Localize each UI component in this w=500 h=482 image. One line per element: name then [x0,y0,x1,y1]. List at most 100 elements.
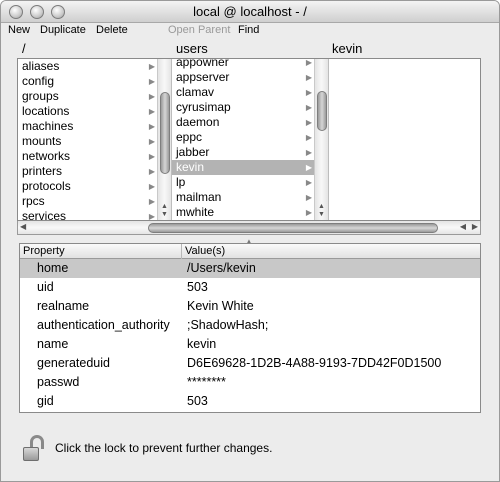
property-value[interactable]: kevin [187,335,216,354]
table-row[interactable]: gid 503 [20,392,480,411]
browser-horizontal-scrollbar[interactable]: ◀ ◀ ▶ [17,221,481,235]
disclosure-arrow-icon: ▶ [148,122,155,131]
column-header-users: users [176,41,208,56]
users-column-scrollbar[interactable]: ▲ ▼ [314,59,328,220]
property-name: realname [37,299,90,313]
list-item[interactable]: daemon ▶ [172,115,328,130]
property-value[interactable]: ******** [187,373,226,392]
scrollbar-thumb[interactable] [148,223,438,233]
disclosure-arrow-icon: ▶ [305,59,312,67]
list-item-label: rpcs [22,194,45,208]
list-item-label: kevin [176,160,205,174]
property-column-header[interactable]: Property [23,244,65,258]
list-item[interactable]: machines ▶ [18,119,171,134]
title-bar[interactable]: local @ localhost - / [1,1,499,23]
list-item-label: networks [22,149,71,163]
list-item[interactable]: mounts ▶ [18,134,171,149]
property-value[interactable]: /Users/kevin [187,259,256,278]
list-item-label: mailman [176,190,222,204]
table-row[interactable]: name kevin [20,335,480,354]
scroll-left-icon[interactable]: ◀ [460,222,466,231]
list-item[interactable]: services ▶ [18,209,171,220]
list-item-label: printers [22,164,63,178]
scrollbar-thumb[interactable] [160,92,170,174]
column-header-kevin: kevin [332,41,363,56]
list-item[interactable]: protocols ▶ [18,179,171,194]
disclosure-arrow-icon: ▶ [305,193,312,202]
list-item[interactable]: appserver ▶ [172,70,328,85]
property-value[interactable]: 503 [187,392,208,411]
table-row[interactable]: uid 503 [20,278,480,297]
open-parent-button[interactable]: Open Parent [168,24,230,36]
table-row[interactable]: generateduid D6E69628-1D2B-4A88-9193-7DD4… [20,354,480,373]
find-button[interactable]: Find [238,24,259,36]
browser-column-root[interactable]: aliases ▶ config ▶ groups ▶ locations ▶ machines… [18,59,171,220]
list-item-label: mounts [22,134,62,148]
list-item[interactable]: mwhite ▶ [172,205,328,220]
list-item[interactable]: jabber ▶ [172,145,328,160]
list-item[interactable]: groups ▶ [18,89,171,104]
list-item[interactable]: networks ▶ [18,149,171,164]
list-item-label: services [22,209,67,220]
values-column-header[interactable]: Value(s) [185,244,225,258]
list-item-label: lp [176,175,186,189]
disclosure-arrow-icon: ▶ [305,118,312,127]
list-item-label: jabber [176,145,210,159]
list-item-label: locations [22,104,70,118]
list-item-label: clamav [176,85,215,99]
toolbar: New Duplicate Delete Open Parent Find [1,23,499,39]
property-name: gid [37,394,54,408]
list-item-label: eppc [176,130,203,144]
list-item-label: mwhite [176,205,215,219]
property-value[interactable]: ;ShadowHash; [187,316,268,335]
property-value[interactable]: Kevin White [187,297,254,316]
disclosure-arrow-icon: ▶ [148,92,155,101]
disclosure-arrow-icon: ▶ [148,107,155,116]
list-item[interactable]: mailman ▶ [172,190,328,205]
property-name: authentication_authority [37,318,170,332]
list-item[interactable]: aliases ▶ [18,59,171,74]
property-name: generateduid [37,356,110,370]
list-item-label: groups [22,89,59,103]
property-name: uid [37,280,54,294]
list-item[interactable]: printers ▶ [18,164,171,179]
duplicate-button[interactable]: Duplicate [40,24,86,36]
disclosure-arrow-icon: ▶ [148,77,155,86]
browser-column-users[interactable]: appowner ▶ appserver ▶ clamav ▶ cyrusimap ▶ daem… [171,59,328,220]
list-item-label: cyrusimap [176,100,231,114]
scroll-arrows-icon[interactable]: ▲ ▼ [161,203,168,219]
list-item[interactable]: eppc ▶ [172,130,328,145]
list-item[interactable]: kevin ▶ [172,160,328,175]
disclosure-arrow-icon: ▶ [305,208,312,217]
table-row[interactable]: passwd ******** [20,373,480,392]
property-value[interactable]: D6E69628-1D2B-4A88-9193-7DD42F0D1500 [187,354,441,373]
scroll-right-icon[interactable]: ▶ [472,222,478,231]
property-name: name [37,337,69,351]
disclosure-arrow-icon: ▶ [148,152,155,161]
disclosure-arrow-icon: ▶ [148,182,155,191]
scrollbar-thumb[interactable] [317,91,327,131]
root-column-scrollbar[interactable]: ▲ ▼ [157,59,171,220]
property-value[interactable]: 503 [187,278,208,297]
list-item[interactable]: rpcs ▶ [18,194,171,209]
list-item[interactable]: clamav ▶ [172,85,328,100]
disclosure-arrow-icon: ▶ [305,133,312,142]
disclosure-arrow-icon: ▶ [305,163,312,172]
list-item[interactable]: appowner ▶ [172,59,328,70]
table-row[interactable]: authentication_authority ;ShadowHash; [20,316,480,335]
table-row[interactable]: home/Users/kevin [20,259,480,278]
disclosure-arrow-icon: ▶ [305,103,312,112]
disclosure-arrow-icon: ▶ [148,62,155,71]
disclosure-arrow-icon: ▶ [148,197,155,206]
table-row[interactable]: realname Kevin White [20,297,480,316]
browser-column-kevin[interactable] [328,59,480,220]
list-item[interactable]: locations ▶ [18,104,171,119]
delete-button[interactable]: Delete [96,24,128,36]
list-item[interactable]: cyrusimap ▶ [172,100,328,115]
list-item[interactable]: lp ▶ [172,175,328,190]
new-button[interactable]: New [8,24,30,36]
unlocked-padlock-icon[interactable] [23,435,45,463]
scroll-arrows-icon[interactable]: ▲ ▼ [318,203,325,219]
list-item[interactable]: config ▶ [18,74,171,89]
scroll-left-icon[interactable]: ◀ [20,222,26,231]
